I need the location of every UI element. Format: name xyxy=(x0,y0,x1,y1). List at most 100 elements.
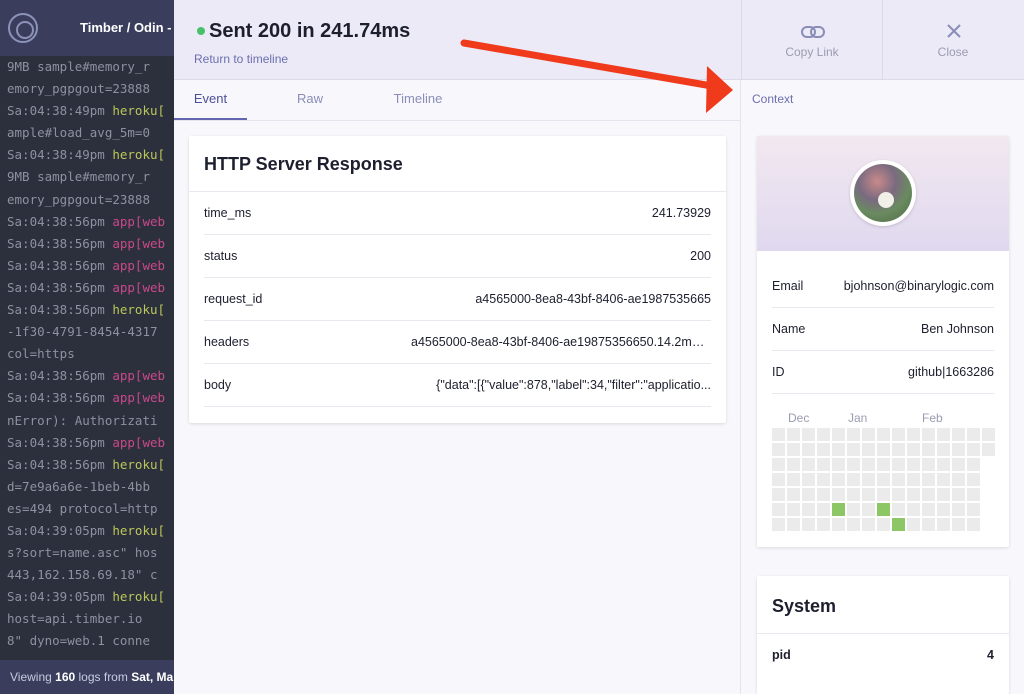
calendar-cell[interactable] xyxy=(892,458,905,471)
log-line[interactable]: 9MB sample#memory_r xyxy=(0,56,174,78)
tab-event[interactable]: Event xyxy=(174,80,247,120)
calendar-cell[interactable] xyxy=(967,518,980,531)
calendar-cell[interactable] xyxy=(892,428,905,441)
calendar-cell[interactable] xyxy=(922,428,935,441)
calendar-cell[interactable] xyxy=(967,428,980,441)
log-line[interactable]: Sa:04:38:56pm app[web xyxy=(0,211,174,233)
calendar-cell[interactable] xyxy=(952,488,965,501)
calendar-cell[interactable] xyxy=(802,503,815,516)
log-line[interactable]: 8" dyno=web.1 conne xyxy=(0,630,174,652)
log-line[interactable]: d=7e9a6a6e-1beb-4bb xyxy=(0,476,174,498)
calendar-cell[interactable] xyxy=(772,488,785,501)
calendar-cell[interactable] xyxy=(847,518,860,531)
calendar-cell[interactable] xyxy=(877,428,890,441)
calendar-cell[interactable] xyxy=(922,458,935,471)
calendar-cell[interactable] xyxy=(847,488,860,501)
calendar-cell[interactable] xyxy=(967,473,980,486)
calendar-cell[interactable] xyxy=(832,428,845,441)
calendar-cell[interactable] xyxy=(772,473,785,486)
calendar-cell[interactable] xyxy=(907,518,920,531)
log-line[interactable]: col=https xyxy=(0,343,174,365)
calendar-cell[interactable] xyxy=(907,488,920,501)
calendar-cell[interactable] xyxy=(907,443,920,456)
calendar-cell[interactable] xyxy=(892,488,905,501)
close-button[interactable]: Close xyxy=(882,0,1023,80)
calendar-cell[interactable] xyxy=(967,443,980,456)
calendar-cell[interactable] xyxy=(937,518,950,531)
copy-link-button[interactable]: Copy Link xyxy=(741,0,882,80)
calendar-cell[interactable] xyxy=(817,458,830,471)
calendar-cell[interactable] xyxy=(862,443,875,456)
calendar-cell[interactable] xyxy=(892,473,905,486)
calendar-cell[interactable] xyxy=(937,443,950,456)
calendar-cell[interactable] xyxy=(907,428,920,441)
calendar-cell[interactable] xyxy=(772,458,785,471)
timber-logo-icon[interactable] xyxy=(8,13,38,43)
calendar-cell[interactable] xyxy=(967,503,980,516)
calendar-cell[interactable] xyxy=(787,473,800,486)
calendar-cell[interactable] xyxy=(817,473,830,486)
calendar-cell[interactable] xyxy=(937,503,950,516)
log-line[interactable]: es=494 protocol=http xyxy=(0,498,174,520)
log-line[interactable]: -1f30-4791-8454-4317 xyxy=(0,321,174,343)
calendar-cell[interactable] xyxy=(772,428,785,441)
log-line[interactable]: Sa:04:38:56pm app[web xyxy=(0,255,174,277)
calendar-cell[interactable] xyxy=(787,488,800,501)
calendar-cell[interactable] xyxy=(907,473,920,486)
calendar-cell[interactable] xyxy=(772,518,785,531)
log-line[interactable]: 9MB sample#memory_r xyxy=(0,166,174,188)
log-line[interactable]: Sa:04:38:56pm app[web xyxy=(0,233,174,255)
calendar-cell[interactable] xyxy=(862,518,875,531)
calendar-cell[interactable] xyxy=(937,428,950,441)
calendar-cell[interactable] xyxy=(832,473,845,486)
calendar-cell[interactable] xyxy=(922,488,935,501)
calendar-cell[interactable] xyxy=(802,518,815,531)
calendar-cell[interactable] xyxy=(982,443,995,456)
calendar-cell[interactable] xyxy=(832,443,845,456)
log-line[interactable]: ample#load_avg_5m=0 xyxy=(0,122,174,144)
calendar-cell[interactable] xyxy=(787,458,800,471)
calendar-cell[interactable] xyxy=(937,488,950,501)
calendar-cell[interactable] xyxy=(952,518,965,531)
calendar-cell[interactable] xyxy=(847,443,860,456)
calendar-cell[interactable] xyxy=(802,488,815,501)
log-line[interactable]: Sa:04:38:56pm heroku[ xyxy=(0,454,174,476)
calendar-cell[interactable] xyxy=(862,503,875,516)
calendar-cell[interactable] xyxy=(847,473,860,486)
log-line[interactable]: Sa:04:38:56pm app[web xyxy=(0,365,174,387)
calendar-cell[interactable] xyxy=(787,428,800,441)
log-line[interactable]: emory_pgpgout=23888 xyxy=(0,78,174,100)
calendar-cell[interactable] xyxy=(952,458,965,471)
log-line[interactable]: Sa:04:38:56pm app[web xyxy=(0,277,174,299)
calendar-cell[interactable] xyxy=(817,443,830,456)
calendar-cell[interactable] xyxy=(907,458,920,471)
calendar-cell[interactable] xyxy=(877,443,890,456)
calendar-cell[interactable] xyxy=(922,443,935,456)
calendar-cell[interactable] xyxy=(772,503,785,516)
calendar-cell[interactable] xyxy=(832,518,845,531)
calendar-cell[interactable] xyxy=(892,503,905,516)
calendar-cell[interactable] xyxy=(937,458,950,471)
tab-timeline[interactable]: Timeline xyxy=(379,80,457,120)
calendar-cell[interactable] xyxy=(802,428,815,441)
calendar-cell[interactable] xyxy=(907,503,920,516)
calendar-cell[interactable] xyxy=(877,458,890,471)
calendar-cell[interactable] xyxy=(817,503,830,516)
calendar-cell[interactable] xyxy=(862,428,875,441)
log-line[interactable]: Sa:04:38:56pm heroku[ xyxy=(0,299,174,321)
log-line[interactable]: host=api.timber.io xyxy=(0,608,174,630)
calendar-cell[interactable] xyxy=(787,518,800,531)
calendar-cell[interactable] xyxy=(787,443,800,456)
app-title[interactable]: Timber / Odin - Cl xyxy=(80,20,188,35)
calendar-cell[interactable] xyxy=(952,503,965,516)
calendar-cell[interactable] xyxy=(877,518,890,531)
calendar-cell[interactable] xyxy=(862,488,875,501)
log-line[interactable]: nError): Authorizati xyxy=(0,410,174,432)
calendar-cell[interactable] xyxy=(832,488,845,501)
tab-raw[interactable]: Raw xyxy=(278,80,342,120)
calendar-cell[interactable] xyxy=(892,443,905,456)
log-line[interactable]: 443,162.158.69.18" c xyxy=(0,564,174,586)
calendar-cell[interactable] xyxy=(832,458,845,471)
calendar-cell[interactable] xyxy=(817,428,830,441)
calendar-cell[interactable] xyxy=(817,488,830,501)
